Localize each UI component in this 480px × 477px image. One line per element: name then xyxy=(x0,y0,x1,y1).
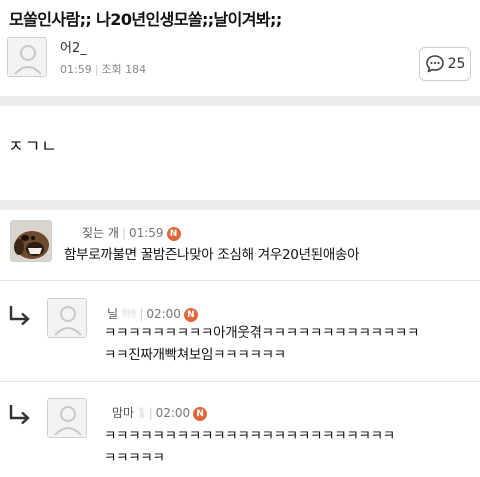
comment-time: 01:59 xyxy=(128,226,164,240)
views-count: 184 xyxy=(125,63,147,76)
reply-text-line: ㅋㅋㅋㅋㅋ xyxy=(104,450,165,466)
comment-count: 25 xyxy=(447,56,466,72)
commenter-name[interactable]: 짖는 개 xyxy=(82,226,119,240)
meta-separator: | xyxy=(121,226,126,240)
commenter-avatar-photo[interactable] xyxy=(10,220,52,262)
reply-arrow-icon xyxy=(9,405,30,425)
reply-text-line: ㅋㅋ진짜개빡쳐보임ㅋㅋㅋㅋㅋㅋ xyxy=(104,347,286,363)
comment-header: 짖는 개 | 01:59 N xyxy=(82,224,181,241)
reply-avatar[interactable] xyxy=(47,398,87,438)
new-badge: N xyxy=(193,407,208,421)
replier-name[interactable]: 맘마 xyxy=(112,406,134,420)
section-divider xyxy=(0,200,480,210)
replier-name[interactable]: 닐 xyxy=(107,307,118,321)
post-time: 01:59 xyxy=(60,63,92,76)
dog-photo-avatar xyxy=(11,221,51,261)
post-title: 모쏠인사람;; 나20년인생모쏠;;날이겨봐;; xyxy=(9,10,282,29)
section-divider xyxy=(0,96,480,106)
author-avatar[interactable] xyxy=(7,37,47,77)
comment-text: 함부로까불면 꿀밤즌나맞아 조심해 겨우20년된애송아 xyxy=(64,247,360,263)
reply-arrow-icon xyxy=(9,306,30,326)
new-badge: N xyxy=(166,227,181,241)
replier-name-hidden: !!! xyxy=(121,307,137,321)
default-avatar-icon xyxy=(48,299,86,337)
reply-time: 02:00 xyxy=(155,406,191,420)
meta-separator: | xyxy=(139,307,144,321)
reply-header: 맘마 1 | 02:00 N xyxy=(112,404,208,421)
meta-separator: | xyxy=(94,63,99,76)
reply-header: 닐 !!! | 02:00 N xyxy=(107,305,198,322)
comment-divider xyxy=(0,381,480,382)
replier-name-hidden: 1 xyxy=(137,406,146,420)
reply-avatar[interactable] xyxy=(47,298,87,338)
default-avatar-icon xyxy=(48,399,86,437)
post-author-row: 어2_ 01:59 | 조회 184 25 xyxy=(0,33,480,93)
comment-count-button[interactable]: 25 xyxy=(419,47,471,81)
meta-separator: | xyxy=(148,406,153,420)
reply-text-line: ㅋㅋㅋㅋㅋㅋㅋㅋㅋㅋㅋㅋㅋㅋㅋㅋㅋㅋㅋㅋㅋㅋㅋㅋ xyxy=(104,428,395,444)
new-badge: N xyxy=(183,308,198,322)
author-name[interactable]: 어2_ xyxy=(60,37,87,56)
views-label: 조회 xyxy=(101,63,122,76)
comment-divider xyxy=(0,280,480,281)
reply-text-line: ㅋㅋㅋㅋㅋㅋㅋㅋㅋ아개웃겪ㅋㅋㅋㅋㅋㅋㅋㅋㅋㅋㅋㅋㅋ xyxy=(104,325,420,341)
post-body: ㅈㄱㄴ xyxy=(8,137,58,157)
post-meta: 01:59 | 조회 184 xyxy=(60,61,146,77)
speech-bubble-icon xyxy=(425,55,444,73)
default-avatar-icon xyxy=(8,38,46,76)
reply-time: 02:00 xyxy=(146,307,181,321)
